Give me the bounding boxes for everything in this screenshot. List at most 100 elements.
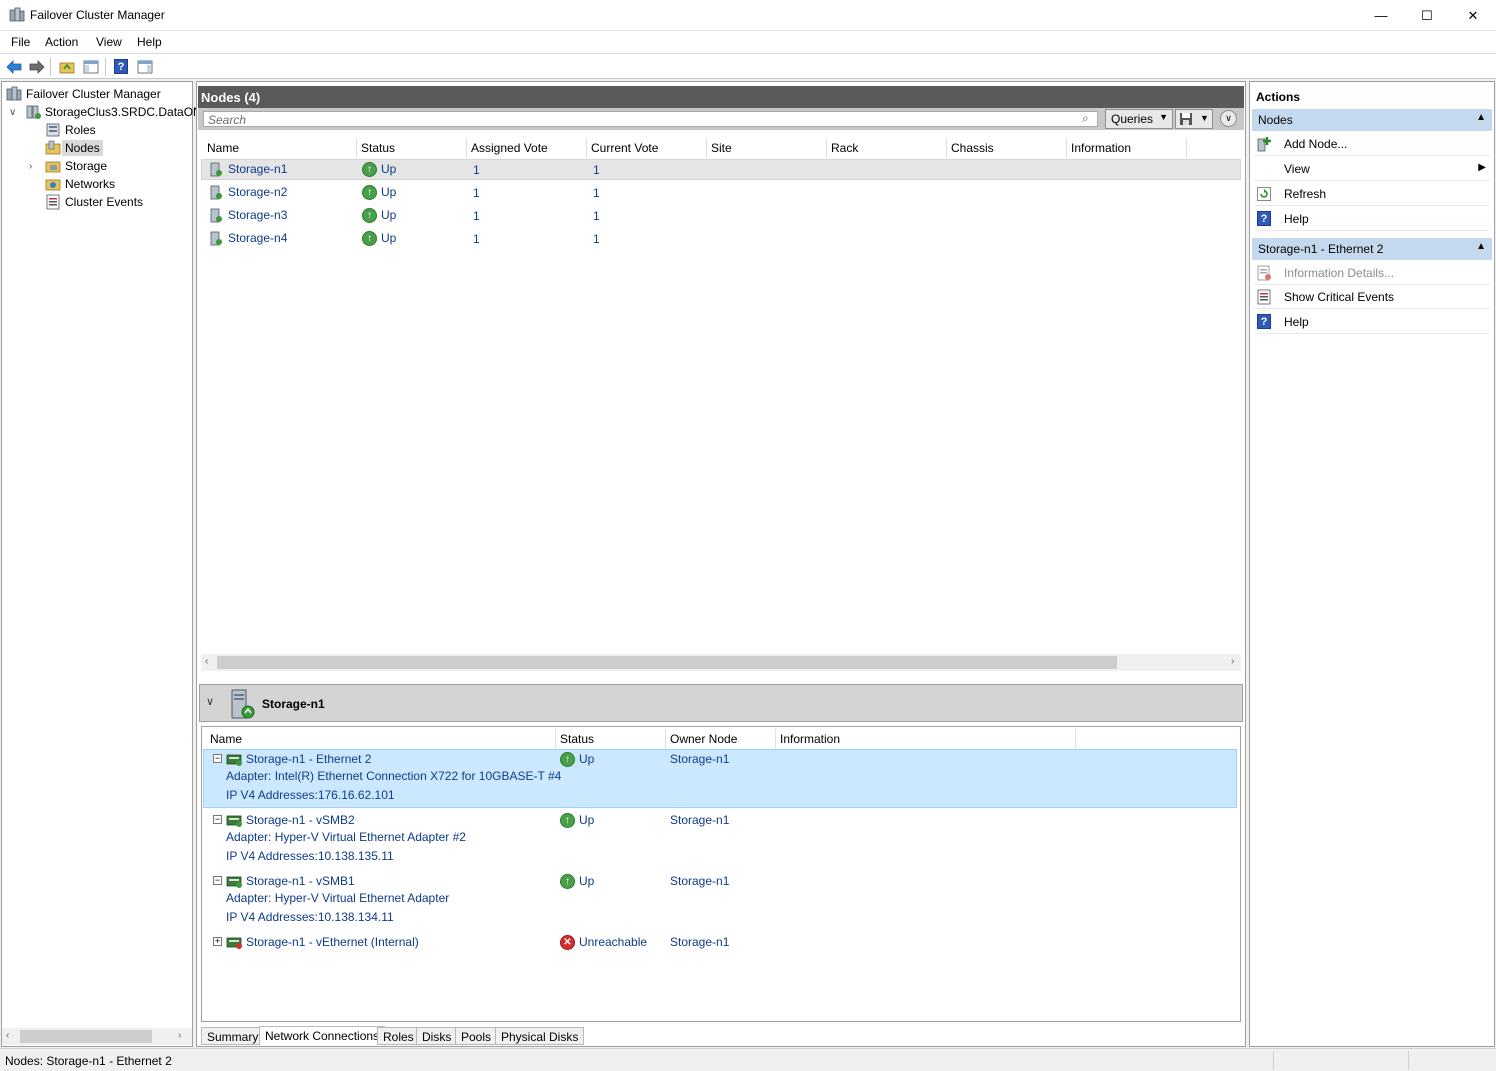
show-hide-tree-button[interactable] [81, 57, 101, 76]
column-header-status[interactable]: Status [556, 729, 666, 749]
adapter-text: Adapter: Hyper-V Virtual Ethernet Adapte… [226, 830, 466, 844]
tree-item-label: Cluster Events [65, 195, 144, 209]
action-group-connection[interactable]: Storage-n1 - Ethernet 2 ▲ [1252, 238, 1492, 260]
tree-item-roles[interactable]: Roles [45, 121, 96, 139]
forward-button[interactable] [27, 57, 47, 76]
table-row[interactable]: Storage-n4 [210, 231, 287, 246]
list-item[interactable]: Storage-n1 - Ethernet 2 [226, 752, 371, 766]
chevron-right-icon[interactable]: › [29, 161, 32, 172]
collapse-details-icon[interactable]: ∨ [206, 695, 214, 708]
cluster-manager-icon [9, 7, 25, 22]
column-header-assigned-vote[interactable]: Assigned Vote [467, 138, 587, 158]
column-header-owner-node[interactable]: Owner Node [666, 729, 776, 749]
column-header-status[interactable]: Status [357, 138, 467, 158]
scrollbar-thumb[interactable] [217, 656, 1117, 669]
folder-up-icon [59, 62, 75, 73]
status-label: Up [579, 813, 595, 827]
owner-node: Storage-n1 [670, 752, 730, 766]
menu-action[interactable]: Action [45, 35, 78, 49]
column-header-site[interactable]: Site [707, 138, 827, 158]
scrollbar-thumb[interactable] [20, 1030, 152, 1043]
column-header-name[interactable]: Name [206, 729, 556, 749]
menu-help[interactable]: Help [137, 35, 162, 49]
owner-node: Storage-n1 [670, 813, 730, 827]
scroll-left-icon[interactable]: ‹ [205, 656, 208, 667]
tree-root-failover-cluster-manager[interactable]: Failover Cluster Manager [6, 85, 161, 103]
network-adapter-error-icon [226, 937, 242, 949]
collapse-up-icon[interactable]: ▲ [1476, 241, 1486, 252]
table-row[interactable]: Storage-n2 [210, 185, 287, 200]
expand-toggle-icon[interactable]: + [213, 937, 222, 946]
back-button[interactable] [4, 57, 24, 76]
action-show-critical-events[interactable]: Show Critical Events [1254, 285, 1490, 309]
menu-view[interactable]: View [96, 35, 122, 49]
up-folder-button[interactable] [57, 57, 77, 76]
table-row[interactable]: Storage-n1 [210, 162, 287, 177]
action-group-nodes[interactable]: Nodes ▲ [1252, 109, 1492, 131]
scroll-right-icon[interactable]: › [1231, 656, 1234, 667]
chevron-down-icon[interactable]: ∨ [9, 107, 16, 118]
action-information-details[interactable]: Information Details... [1254, 261, 1490, 285]
action-help-connection[interactable]: ? Help [1254, 310, 1490, 334]
column-header-information[interactable]: Information [1067, 138, 1187, 158]
tree-item-nodes[interactable]: Nodes [45, 139, 103, 157]
minimize-button[interactable]: — [1358, 0, 1404, 31]
tree-item-networks[interactable]: Networks [45, 175, 115, 193]
node-status: ↑ Up [362, 162, 396, 178]
table-row-selected[interactable] [201, 159, 1241, 180]
collapse-up-icon[interactable]: ▲ [1476, 112, 1486, 123]
maximize-button[interactable]: ☐ [1404, 0, 1450, 31]
help-toolbar-button[interactable]: ? [111, 57, 131, 76]
ip-address-text: IP V4 Addresses:10.138.134.11 [226, 910, 394, 924]
nodes-header: Nodes (4) [198, 86, 1244, 108]
server-icon [210, 231, 222, 246]
action-pane-icon [137, 60, 153, 73]
scroll-left-icon[interactable]: ‹ [6, 1030, 9, 1041]
action-view[interactable]: View ▶ [1254, 157, 1490, 181]
list-item[interactable]: Storage-n1 - vEthernet (Internal) [226, 935, 419, 949]
tree-item-storage[interactable]: Storage [45, 157, 107, 175]
scroll-right-icon[interactable]: › [178, 1030, 181, 1041]
owner-node: Storage-n1 [670, 874, 730, 888]
collapse-toggle-icon[interactable]: − [213, 815, 222, 824]
action-label: Help [1284, 211, 1309, 226]
node-name: Storage-n3 [228, 208, 288, 222]
column-header-name[interactable]: Name [203, 138, 357, 158]
collapse-toggle-icon[interactable]: − [213, 876, 222, 885]
action-refresh[interactable]: Refresh [1254, 182, 1490, 206]
action-help[interactable]: ? Help [1254, 207, 1490, 231]
tab-pools[interactable]: Pools [455, 1027, 498, 1045]
close-button[interactable]: ✕ [1450, 0, 1496, 31]
action-group-label: Storage-n1 - Ethernet 2 [1258, 242, 1384, 256]
menu-file[interactable]: File [11, 35, 30, 49]
tab-disks[interactable]: Disks [416, 1027, 458, 1045]
server-icon [210, 162, 222, 177]
list-item[interactable]: Storage-n1 - vSMB2 [226, 813, 355, 827]
save-query-button[interactable]: ▼ [1175, 109, 1213, 129]
collapse-search-button[interactable]: ∨ [1220, 110, 1237, 127]
collapse-toggle-icon[interactable]: − [213, 754, 222, 763]
action-label: View [1284, 161, 1310, 176]
refresh-icon [1256, 186, 1272, 202]
tab-physical-disks[interactable]: Physical Disks [495, 1027, 585, 1045]
column-header-rack[interactable]: Rack [827, 138, 947, 158]
tab-summary[interactable]: Summary [201, 1027, 265, 1045]
tab-roles[interactable]: Roles [377, 1027, 420, 1045]
show-hide-action-pane-button[interactable] [135, 57, 155, 76]
table-row[interactable]: Storage-n3 [210, 208, 287, 223]
nodes-horizontal-scrollbar[interactable]: ‹ › [201, 654, 1241, 671]
queries-dropdown[interactable]: Queries ▼ [1105, 109, 1173, 129]
tree-cluster[interactable]: StorageClus3.SRDC.DataON [25, 103, 202, 121]
tree-item-cluster-events[interactable]: Cluster Events [45, 193, 143, 211]
tab-network-connections[interactable]: Network Connections [259, 1026, 386, 1046]
column-header-information[interactable]: Information [776, 729, 1076, 749]
action-add-node[interactable]: Add Node... [1254, 132, 1490, 156]
list-item[interactable]: Storage-n1 - vSMB1 [226, 874, 355, 888]
tree-horizontal-scrollbar[interactable]: ‹ › [2, 1028, 192, 1045]
connection-name: Storage-n1 - Ethernet 2 [246, 752, 372, 766]
search-input[interactable]: Search [203, 111, 1098, 127]
column-header-current-vote[interactable]: Current Vote [587, 138, 707, 158]
column-header-chassis[interactable]: Chassis [947, 138, 1067, 158]
search-icon[interactable]: ⌕ [1082, 111, 1089, 126]
owner-node: Storage-n1 [670, 935, 730, 949]
